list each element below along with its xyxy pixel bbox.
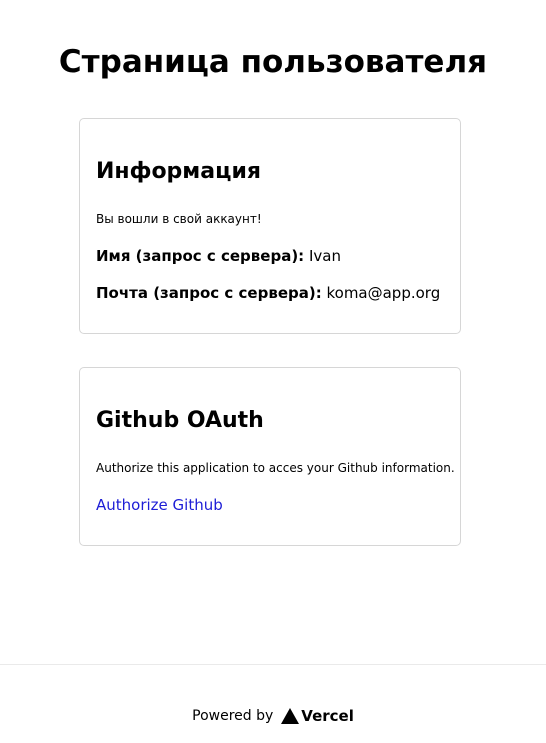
name-value: Ivan <box>308 247 341 265</box>
powered-by-text: Powered by <box>192 708 274 724</box>
info-card-heading: Информация <box>96 159 261 184</box>
email-value: koma@app.org <box>326 284 441 302</box>
powered-by[interactable]: Powered by Vercel <box>0 705 546 727</box>
page-title: Страница пользователя <box>58 44 488 80</box>
github-card: Github OAuth Authorize this application … <box>79 367 461 546</box>
email-row: Почта (запрос с сервера): koma@app.org <box>96 282 440 304</box>
vercel-triangle-icon <box>281 708 300 724</box>
name-row: Имя (запрос с сервера): Ivan <box>96 245 341 267</box>
info-card: Информация Вы вошли в свой аккаунт! Имя … <box>79 118 461 334</box>
vercel-logo-text: Vercel <box>301 707 354 725</box>
name-label: Имя (запрос с сервера): <box>96 247 305 265</box>
github-card-heading: Github OAuth <box>96 408 264 433</box>
vercel-logo: Vercel <box>281 705 354 727</box>
email-label: Почта (запрос с сервера): <box>96 284 322 302</box>
footer: Powered by Vercel <box>0 664 546 743</box>
logged-in-text: Вы вошли в свой аккаунт! <box>96 212 262 226</box>
github-description: Authorize this application to acces your… <box>96 461 455 475</box>
authorize-github-link[interactable]: Authorize Github <box>96 494 223 516</box>
